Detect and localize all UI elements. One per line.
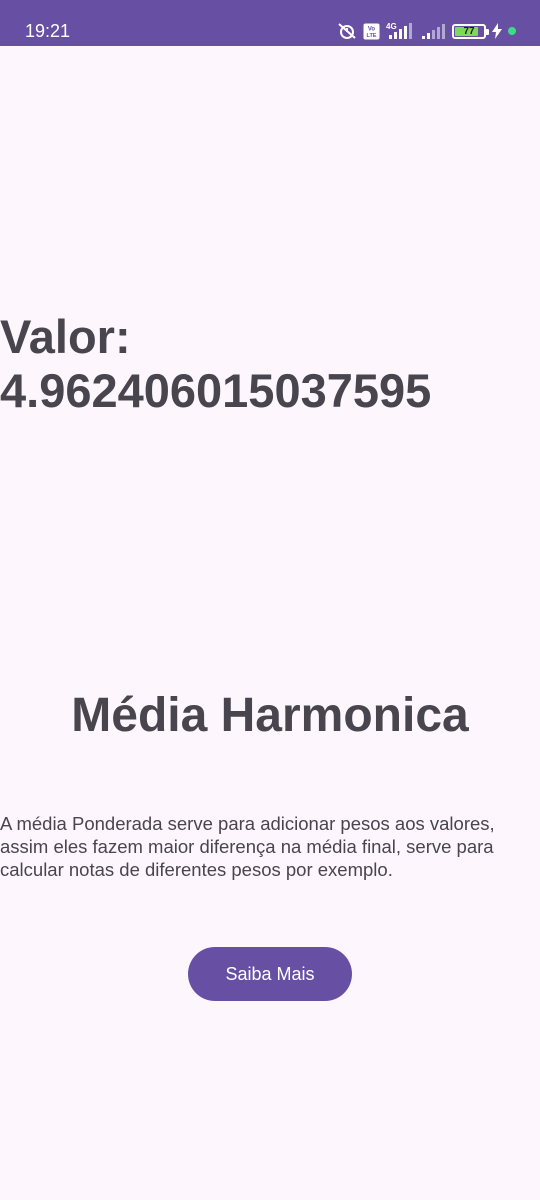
value-label: Valor: 4.962406015037595 <box>0 310 432 417</box>
svg-text:Vo: Vo <box>368 26 376 32</box>
battery-icon: 77 <box>452 23 489 39</box>
volte-icon: Vo LTE <box>363 23 380 39</box>
dot-icon <box>508 27 516 35</box>
charging-icon <box>492 23 502 39</box>
signal-4g-icon: 4G <box>386 22 412 39</box>
battery-level: 77 <box>463 25 475 37</box>
svg-text:LTE: LTE <box>367 33 377 39</box>
description-text: A média Ponderada serve para adicionar p… <box>0 813 495 880</box>
status-icons: Vo LTE 4G 77 <box>337 20 516 42</box>
alarm-off-icon <box>338 23 356 39</box>
status-bar: 19:21 Vo LTE 4G 77 <box>0 0 540 46</box>
svg-text:4G: 4G <box>386 22 397 31</box>
battery-nub <box>486 28 489 35</box>
saiba-mais-button[interactable]: Saiba Mais <box>188 947 352 1001</box>
status-time: 19:21 <box>25 21 71 41</box>
signal-icon <box>422 24 445 39</box>
page-title: Média Harmonica <box>71 689 469 742</box>
